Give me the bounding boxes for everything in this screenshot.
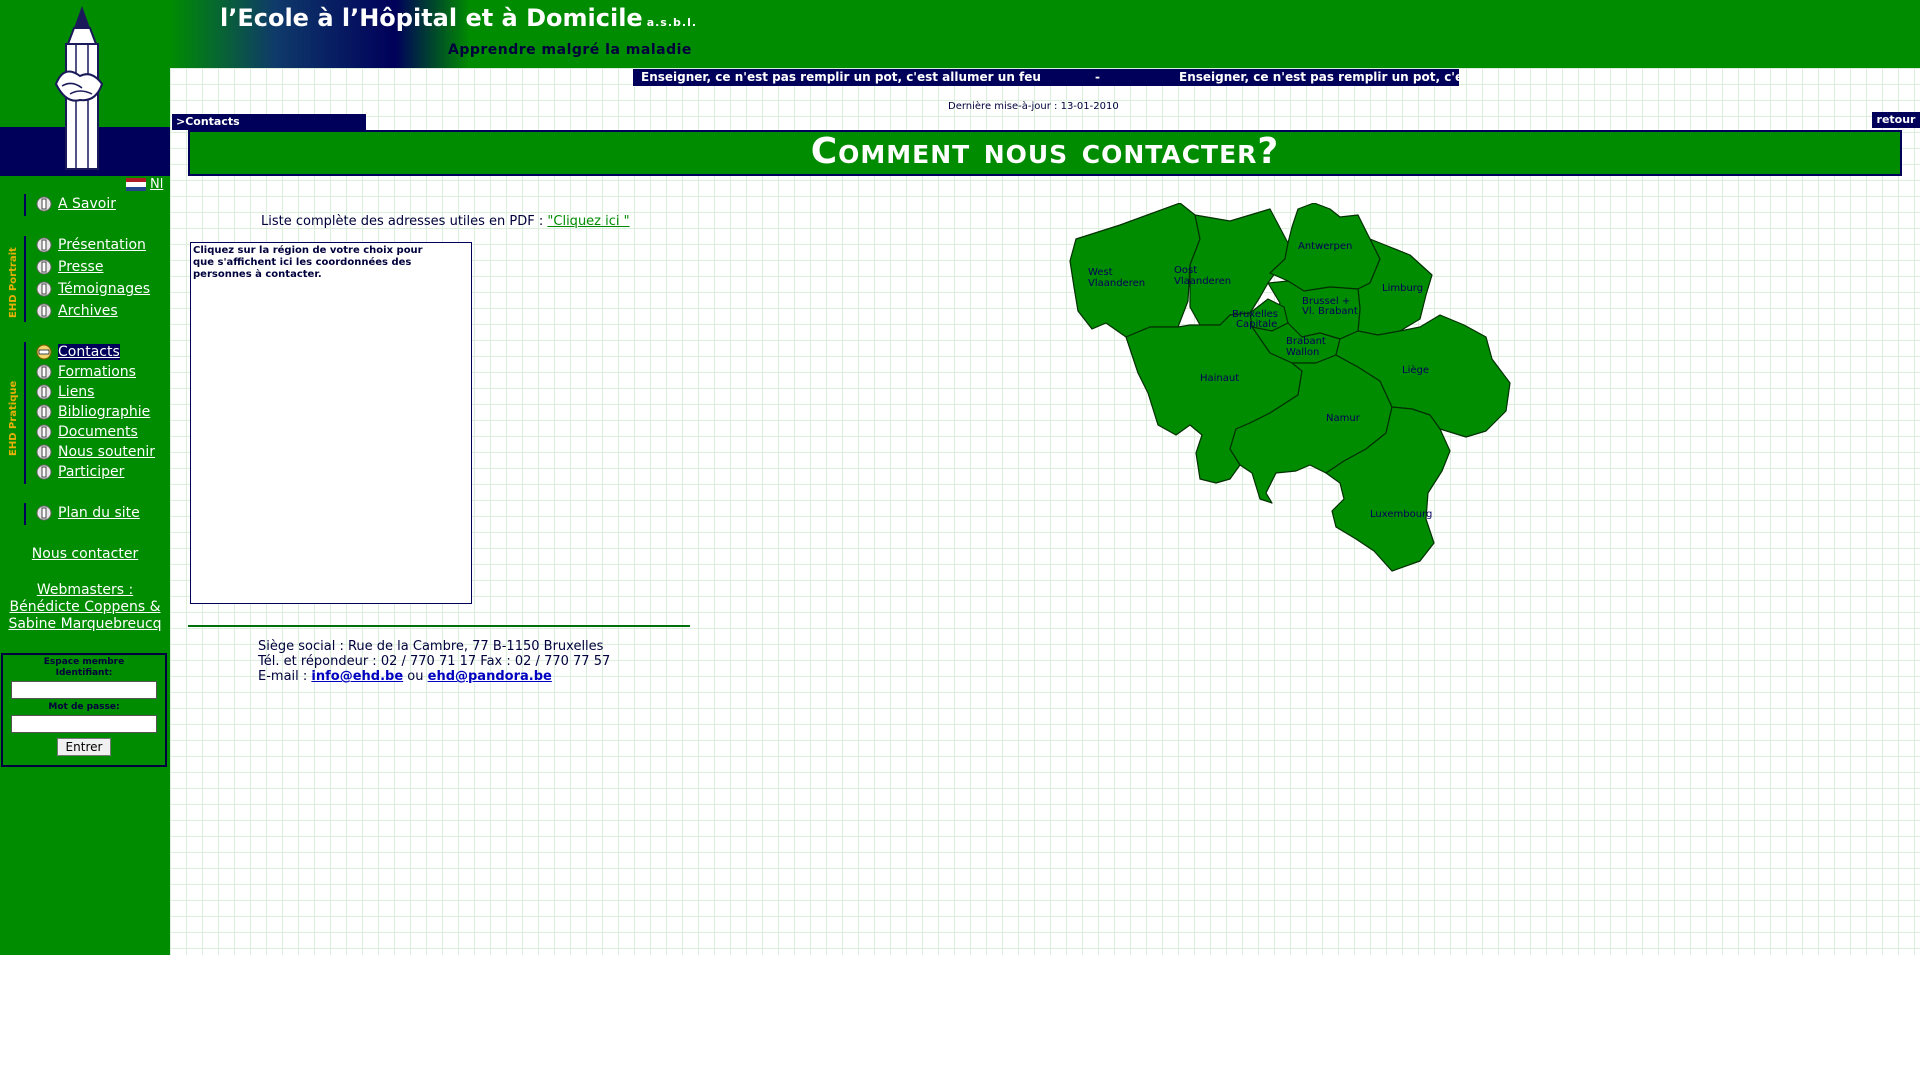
pencil-bullet-icon <box>36 464 52 480</box>
email-link-info[interactable]: info@ehd.be <box>311 669 403 684</box>
header-banner: l’Ecole à l’Hôpital et à Domicile a.s.b.l… <box>170 0 1920 68</box>
sidebar-item-plan-du-site[interactable]: Plan du site <box>36 505 140 521</box>
footer-divider <box>188 625 690 627</box>
pdf-line: Liste complète des adresses utiles en PD… <box>261 214 630 229</box>
email-link-pandora[interactable]: ehd@pandora.be <box>428 669 552 684</box>
pencil-bullet-icon <box>36 505 52 521</box>
pencil-bullet-icon <box>36 424 52 440</box>
sidebar-item-nous-soutenir[interactable]: Nous soutenir <box>36 444 155 460</box>
pencil-bullet-icon <box>36 444 52 460</box>
pencil-bullet-active-icon <box>36 344 52 360</box>
pencil-bullet-icon <box>36 281 52 297</box>
map-label: Vlaanderen <box>1174 276 1231 287</box>
map-label: Luxembourg <box>1370 509 1432 520</box>
address-block: Siège social : Rue de la Cambre, 77 B-11… <box>258 639 610 684</box>
password-input[interactable] <box>11 715 157 733</box>
breadcrumb: >Contacts <box>172 114 366 130</box>
pdf-download-link[interactable]: "Cliquez ici " <box>547 214 629 229</box>
pencil-bullet-icon <box>36 259 52 275</box>
site-title: l’Ecole à l’Hôpital et à Domicile a.s.b.l… <box>220 4 698 32</box>
sidebar: Nl A Savoir EHD Portrait Présentation Pr… <box>0 0 170 955</box>
back-button[interactable]: retour <box>1872 112 1920 128</box>
sidebar-item-contacts[interactable]: Contacts <box>36 344 120 360</box>
email-line: E-mail : info@ehd.be ou ehd@pandora.be <box>258 669 552 684</box>
map-label: Limburg <box>1382 283 1423 294</box>
section-label-portrait: EHD Portrait <box>8 247 19 318</box>
sidebar-item-documents[interactable]: Documents <box>36 424 138 440</box>
map-label: Hainaut <box>1200 373 1239 384</box>
map-label: Vlaanderen <box>1088 278 1145 289</box>
language-link-nl[interactable]: Nl <box>150 177 163 192</box>
webmasters-names[interactable]: Sabine Marquebreucq <box>0 616 170 633</box>
identifiant-input[interactable] <box>11 681 157 699</box>
section-bar <box>24 503 26 525</box>
member-login-box: Espace membre Identifiant: Mot de passe:… <box>1 653 167 767</box>
pencil-bullet-icon <box>36 404 52 420</box>
identifiant-label: Identifiant: <box>55 668 113 678</box>
map-label: Brabant <box>1286 336 1326 347</box>
section-bar <box>24 194 26 216</box>
sidebar-item-liens[interactable]: Liens <box>36 384 94 400</box>
sidebar-item-a-savoir[interactable]: A Savoir <box>36 196 116 212</box>
last-update: Dernière mise-à-jour : 13-01-2010 <box>948 101 1119 112</box>
marquee-text: Enseigner, ce n'est pas remplir un pot, … <box>1179 70 1459 84</box>
map-label: Capitale <box>1236 319 1277 330</box>
belgium-map: West Vlaanderen Oost Vlaanderen Antwerpe… <box>1069 203 1511 572</box>
map-label: Wallon <box>1286 347 1319 358</box>
pencil-bullet-icon <box>36 196 52 212</box>
pencil-bullet-icon <box>36 384 52 400</box>
contact-box-text: Cliquez sur la région de votre choix pou… <box>193 245 423 280</box>
pencil-bullet-icon <box>36 364 52 380</box>
main-content: Enseigner, ce n'est pas remplir un pot, … <box>170 68 1920 955</box>
nous-contacter-link[interactable]: Nous contacter <box>0 546 170 563</box>
section-label-pratique: EHD Pratique <box>8 380 19 456</box>
map-label: Liège <box>1402 364 1429 376</box>
login-submit-button[interactable]: Entrer <box>56 738 112 756</box>
address-line: Siège social : Rue de la Cambre, 77 B-11… <box>258 639 604 654</box>
sidebar-item-bibliographie[interactable]: Bibliographie <box>36 404 150 420</box>
pencil-logo-icon <box>54 6 104 170</box>
page-title: Comment nous contacter? <box>188 130 1902 176</box>
map-label: Oost <box>1174 265 1197 276</box>
pencil-bullet-icon <box>36 237 52 253</box>
pencil-bullet-icon <box>36 303 52 319</box>
site-tagline: Apprendre malgré la maladie <box>448 42 692 58</box>
sidebar-item-temoignages[interactable]: Témoignages <box>36 281 150 297</box>
asbl-label: a.s.b.l. <box>646 16 698 29</box>
member-title: Espace membre <box>43 657 125 667</box>
sidebar-item-participer[interactable]: Participer <box>36 464 124 480</box>
marquee-text: Enseigner, ce n'est pas remplir un pot, … <box>641 70 1041 84</box>
map-label: Namur <box>1326 413 1361 424</box>
quote-marquee: Enseigner, ce n'est pas remplir un pot, … <box>633 69 1459 86</box>
site-logo[interactable] <box>0 0 170 176</box>
section-bar <box>24 236 26 322</box>
sidebar-item-presse[interactable]: Presse <box>36 259 103 275</box>
contact-info-box: Cliquez sur la région de votre choix pou… <box>190 242 472 604</box>
dutch-flag-icon[interactable] <box>126 178 146 191</box>
section-bar <box>24 342 26 484</box>
webmasters-label[interactable]: Webmasters : <box>0 582 170 599</box>
map-label: Antwerpen <box>1298 241 1352 252</box>
map-label: Vl. Brabant <box>1302 306 1358 317</box>
password-label: Mot de passe: <box>48 702 120 712</box>
webmasters-names[interactable]: Bénédicte Coppens & <box>0 599 170 616</box>
sidebar-item-archives[interactable]: Archives <box>36 303 118 319</box>
sidebar-item-presentation[interactable]: Présentation <box>36 237 146 253</box>
map-label: West <box>1088 267 1113 278</box>
marquee-separator: - <box>1095 70 1100 84</box>
address-line: Tél. et répondeur : 02 / 770 71 17 Fax :… <box>258 654 611 669</box>
sidebar-item-formations[interactable]: Formations <box>36 364 136 380</box>
